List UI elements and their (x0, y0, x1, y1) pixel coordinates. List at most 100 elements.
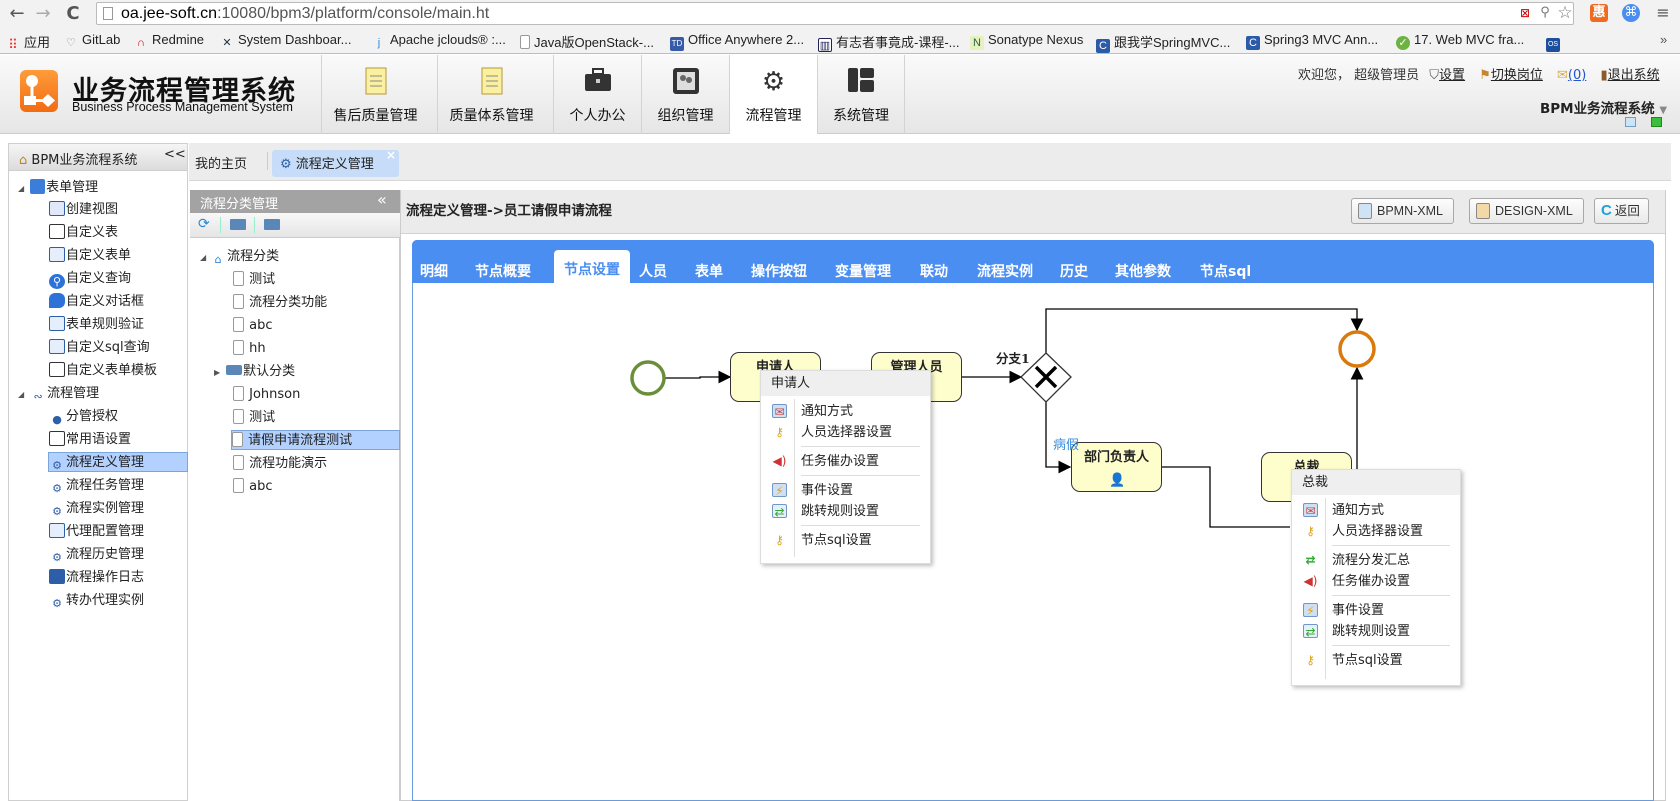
extension-icon[interactable]: ⌘ (1622, 4, 1640, 22)
bpmn-xml-button[interactable]: BPMN-XML (1351, 198, 1454, 224)
theme-blue-swatch[interactable] (1625, 117, 1636, 127)
sidebar-item-process-definition[interactable]: ⚙ 流程定义管理 (48, 452, 188, 472)
tab-linkage[interactable]: 联动 (912, 260, 956, 283)
tab-node-overview[interactable]: 节点概要 (467, 260, 539, 283)
sidebar-item-delegated-auth[interactable]: ● 分管授权 (49, 407, 118, 427)
star-bookmark-icon[interactable]: ☆ (1556, 4, 1574, 22)
mail-count-link[interactable]: (0) (1568, 68, 1586, 83)
tab-details[interactable]: 明细 (412, 260, 456, 283)
category-item[interactable]: 测试 (233, 270, 275, 290)
task-dept-head[interactable]: 部门负责人 👤 (1071, 442, 1162, 492)
category-item[interactable]: abc (233, 316, 273, 336)
tab-node-sql[interactable]: 节点sql (1192, 260, 1259, 283)
theme-green-swatch[interactable] (1651, 117, 1662, 127)
extension-hui-icon[interactable]: 惠 (1590, 4, 1608, 22)
bookmark-webmvc[interactable]: ✓ 17. Web MVC fra... (1396, 32, 1524, 50)
sidebar-item-process-instances[interactable]: ⚙ 流程实例管理 (49, 499, 144, 519)
settings-link[interactable]: 设置 (1439, 68, 1465, 83)
bookmark-redmine[interactable]: ∩ Redmine (134, 32, 204, 50)
bookmark-nexus[interactable]: N Sonatype Nexus (970, 32, 1083, 50)
menu-item-jump-rules[interactable]: ⇄ 跳转规则设置 (1292, 621, 1460, 642)
bookmark-system-dashboard[interactable]: ✕ System Dashboar... (220, 32, 351, 50)
sidebar-item-form-template[interactable]: 自定义表单模板 (49, 361, 157, 381)
topnav-personal-office[interactable]: 个人办公 (553, 55, 641, 134)
menu-item-reminder[interactable]: ◀) 任务催办设置 (1292, 571, 1460, 592)
switch-post-link[interactable]: 切换岗位 (1491, 68, 1543, 83)
menu-item-events[interactable]: ⚡ 事件设置 (761, 480, 930, 501)
bookmark-apps[interactable]: ⠿ 应用 (6, 32, 50, 52)
menu-item-node-sql[interactable]: ⚷ 节点sql设置 (1292, 650, 1460, 671)
bookmark-course[interactable]: ▥ 有志者事竟成-课程-... (818, 32, 960, 52)
menu-item-notification[interactable]: ✉ 通知方式 (761, 401, 930, 422)
sidebar-group-process[interactable]: ◢ ∾ 流程管理 (18, 384, 99, 404)
menu-item-reminder[interactable]: ◀) 任务催办设置 (761, 451, 930, 472)
sidebar-group-forms[interactable]: ◢ 表单管理 (18, 178, 98, 198)
category-folder[interactable]: ▶ 默认分类 (214, 362, 295, 382)
topnav-system[interactable]: 系统管理 (817, 55, 905, 134)
bookmark-gitlab[interactable]: ♡ GitLab (64, 32, 120, 50)
topnav-organization[interactable]: 组织管理 (641, 55, 729, 134)
folder-icon[interactable] (264, 219, 280, 230)
sidebar-item-form-validation[interactable]: 表单规则验证 (49, 315, 144, 335)
menu-item-user-selector[interactable]: ⚷ 人员选择器设置 (761, 422, 930, 443)
sidebar-item-process-history[interactable]: ⚙ 流程历史管理 (49, 545, 144, 565)
sidebar-item-process-tasks[interactable]: ⚙ 流程任务管理 (49, 476, 144, 496)
bookmarks-more[interactable]: » (1660, 32, 1667, 47)
back-arrow-icon[interactable]: ← (6, 3, 28, 25)
logout-link[interactable]: 退出系统 (1608, 68, 1660, 83)
category-item[interactable]: 流程功能演示 (233, 454, 327, 474)
category-collapse-button[interactable]: « (377, 190, 387, 209)
open-folder-icon[interactable] (230, 219, 246, 230)
bookmark-os4j[interactable]: OS (1546, 32, 1564, 52)
menu-item-node-sql[interactable]: ⚷ 节点sql设置 (761, 530, 930, 551)
sidebar-collapse-button[interactable]: << (164, 147, 186, 162)
reload-icon[interactable]: C (62, 3, 84, 25)
category-item[interactable]: Johnson (233, 385, 300, 405)
sidebar-item-custom-dialog[interactable]: 自定义对话框 (49, 292, 144, 312)
sidebar-item-operation-log[interactable]: 流程操作日志 (49, 568, 144, 588)
key-icon[interactable]: ⚲ (1536, 4, 1554, 22)
category-item[interactable]: abc (233, 477, 273, 497)
topnav-process[interactable]: ⚙ 流程管理 (729, 55, 817, 134)
sidebar-item-agent-config[interactable]: 代理配置管理 (49, 522, 144, 542)
category-item[interactable]: 测试 (233, 408, 275, 428)
bookmark-office-anywhere[interactable]: TD Office Anywhere 2... (670, 32, 804, 51)
topnav-quality-system[interactable]: 质量体系管理 (437, 55, 545, 134)
menu-item-distribute-summary[interactable]: ⇄ 流程分发汇总 (1292, 550, 1460, 571)
tab-personnel[interactable]: 人员 (631, 260, 675, 283)
design-xml-button[interactable]: DESIGN-XML (1469, 198, 1584, 224)
category-item[interactable]: hh (233, 339, 266, 359)
bookmark-spring3[interactable]: C Spring3 MVC Ann... (1246, 32, 1378, 50)
topnav-after-sales[interactable]: 售后质量管理 (321, 55, 429, 134)
sidebar-item-custom-query[interactable]: ⚲ 自定义查询 (49, 269, 131, 289)
blocked-popup-icon[interactable]: ⊠ (1516, 4, 1534, 22)
sidebar-item-custom-form[interactable]: 自定义表单 (49, 246, 131, 266)
forward-arrow-icon[interactable]: → (32, 3, 54, 25)
category-item[interactable]: 流程分类功能 (233, 293, 327, 313)
tab-close-icon[interactable]: × (386, 148, 396, 162)
address-bar[interactable]: oa.jee-soft.cn:10080/bpm3/platform/conso… (96, 2, 1574, 25)
sidebar-item-create-view[interactable]: 创建视图 (49, 200, 118, 220)
tab-node-settings[interactable]: 节点设置 (554, 250, 630, 283)
back-button[interactable]: C 返回 (1594, 198, 1649, 224)
tab-history[interactable]: 历史 (1052, 260, 1096, 283)
menu-item-jump-rules[interactable]: ⇄ 跳转规则设置 (761, 501, 930, 522)
sidebar-item-transfer-agent[interactable]: ⚙ 转办代理实例 (49, 591, 144, 611)
category-item-selected[interactable]: 请假申请流程测试 (231, 430, 400, 450)
tab-action-buttons[interactable]: 操作按钮 (743, 260, 815, 283)
tab-process-instances[interactable]: 流程实例 (969, 260, 1041, 283)
sidebar-item-sql-query[interactable]: 自定义sql查询 (49, 338, 150, 358)
menu-item-user-selector[interactable]: ⚷ 人员选择器设置 (1292, 521, 1460, 542)
system-switcher[interactable]: BPM业务流程系统 ▼ (1540, 97, 1667, 117)
tab-home[interactable]: 我的主页 (195, 153, 247, 172)
tab-process-definition[interactable]: ⚙ 流程定义管理 × (272, 148, 399, 177)
tab-other-params[interactable]: 其他参数 (1107, 260, 1179, 283)
bookmark-openstack[interactable]: Java版OpenStack-... (520, 32, 654, 51)
bookmark-springmvc[interactable]: C 跟我学SpringMVC... (1096, 32, 1230, 53)
tab-variables[interactable]: 变量管理 (827, 260, 899, 283)
menu-icon[interactable]: ≡ (1654, 4, 1672, 22)
refresh-icon[interactable]: ⟳ (198, 216, 210, 232)
menu-item-notification[interactable]: ✉ 通知方式 (1292, 500, 1460, 521)
sidebar-item-common-phrases[interactable]: 常用语设置 (49, 430, 131, 450)
category-root[interactable]: ◢ ⌂ 流程分类 (200, 247, 279, 267)
